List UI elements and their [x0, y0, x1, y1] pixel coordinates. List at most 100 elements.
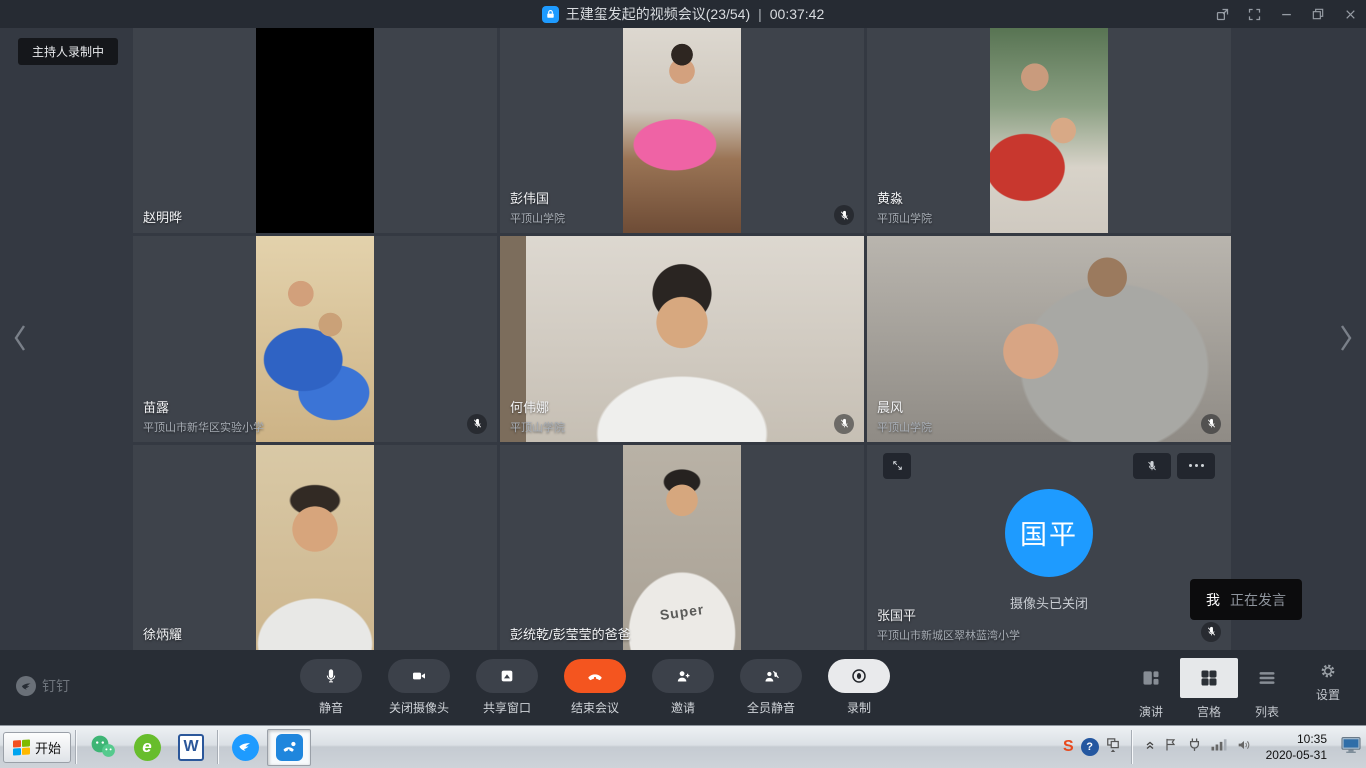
button-label: 邀请 — [671, 699, 695, 716]
video-feed — [256, 236, 374, 441]
meeting-app-icon[interactable] — [267, 729, 311, 766]
meeting-timer: 00:37:42 — [770, 6, 825, 22]
settings-label: 设置 — [1316, 686, 1340, 703]
sogou-icon[interactable]: S — [1063, 738, 1074, 756]
participant-school: 平顶山学院 — [510, 419, 565, 435]
start-button[interactable]: 开始 — [3, 732, 71, 763]
hidden-icons-chevron[interactable] — [1144, 738, 1156, 757]
close-icon[interactable] — [1342, 6, 1358, 22]
view-mode-list[interactable]: 列表 — [1238, 658, 1296, 720]
toolbar-buttons: 静音 关闭摄像头 共享窗口 结束会议 邀请 — [296, 659, 894, 716]
participant-school: 平顶山学院 — [510, 210, 565, 226]
title-separator: | — [758, 6, 762, 22]
tray-divider — [1131, 730, 1133, 764]
tile-zhangguoping[interactable]: 国平 摄像头已关闭 张国平 平顶山市新城区翠林蓝湾小学 — [867, 445, 1231, 650]
tile-huangmiao[interactable]: 黄淼 平顶山学院 — [867, 28, 1231, 233]
video-feed: Super — [623, 445, 741, 650]
wechat-icon[interactable] — [81, 729, 125, 766]
person-add-icon — [652, 659, 714, 693]
tile-zhaomingye[interactable]: 赵明晔 — [133, 28, 497, 233]
shirt-text: Super — [659, 601, 705, 623]
minimize-icon[interactable] — [1278, 6, 1294, 22]
participant-label: 黄淼 平顶山学院 — [877, 188, 932, 226]
meeting-title: 王建玺发起的视频会议(23/54) — [566, 4, 750, 24]
button-label: 静音 — [319, 699, 343, 716]
video-feed — [256, 28, 374, 233]
mute-all-button[interactable]: 全员静音 — [736, 659, 806, 716]
participant-name: 徐炳耀 — [143, 624, 182, 643]
window-controls — [1214, 0, 1358, 28]
participant-label: 张国平 平顶山市新城区翠林蓝湾小学 — [877, 605, 1020, 643]
speaker-name: 我 — [1206, 590, 1220, 610]
grid-view-icon — [1180, 658, 1238, 698]
windows-logo-icon — [13, 739, 30, 755]
power-plug-icon[interactable] — [1186, 736, 1203, 758]
tile-more-button[interactable] — [1177, 453, 1215, 479]
participant-name: 张国平 — [877, 605, 1020, 624]
tile-heweina[interactable]: 何伟娜 平顶山学院 — [500, 236, 864, 441]
muted-mic-icon — [467, 414, 487, 434]
participant-label: 彭统乾/彭莹莹的爸爸 — [510, 624, 631, 643]
tile-chenfeng[interactable]: 晨风 平顶山学院 — [867, 236, 1231, 441]
action-center-flag-icon[interactable] — [1163, 736, 1179, 758]
view-label: 宫格 — [1197, 703, 1221, 720]
participant-name: 彭统乾/彭莹莹的爸爸 — [510, 624, 631, 643]
tile-pengtongqian[interactable]: Super 彭统乾/彭莹莹的爸爸 — [500, 445, 864, 650]
share-window-icon — [476, 659, 538, 693]
popout-icon[interactable] — [1214, 6, 1230, 22]
360-browser-icon[interactable]: e — [125, 729, 169, 766]
help-icon[interactable]: ? — [1081, 738, 1099, 756]
display-monitor-icon[interactable] — [1340, 735, 1362, 759]
settings-button[interactable]: 设置 — [1301, 662, 1355, 703]
participant-label: 何伟娜 平顶山学院 — [510, 397, 565, 435]
end-meeting-button[interactable]: 结束会议 — [560, 659, 630, 716]
invite-button[interactable]: 邀请 — [648, 659, 718, 716]
participant-name: 彭伟国 — [510, 188, 565, 207]
participant-name: 苗露 — [143, 397, 264, 416]
share-window-button[interactable]: 共享窗口 — [472, 659, 542, 716]
button-label: 共享窗口 — [483, 699, 531, 716]
participant-label: 苗露 平顶山市新华区实验小学 — [143, 397, 264, 435]
button-label: 关闭摄像头 — [389, 699, 449, 716]
participant-label: 彭伟国 平顶山学院 — [510, 188, 565, 226]
speaker-view-icon — [1122, 658, 1180, 698]
participant-name: 晨风 — [877, 397, 932, 416]
muted-mic-icon — [834, 414, 854, 434]
restore-icon[interactable] — [1310, 6, 1326, 22]
camera-off-button[interactable]: 关闭摄像头 — [384, 659, 454, 716]
view-mode-group: 演讲 宫格 列表 — [1122, 658, 1296, 720]
mute-button[interactable]: 静音 — [296, 659, 366, 716]
video-feed — [256, 445, 374, 650]
mute-all-icon — [740, 659, 802, 693]
tile-pengweiguo[interactable]: 彭伟国 平顶山学院 — [500, 28, 864, 233]
participant-label: 赵明晔 — [143, 207, 182, 226]
muted-mic-icon — [1201, 414, 1221, 434]
participant-label: 徐炳耀 — [143, 624, 182, 643]
expand-tile-button[interactable] — [883, 453, 911, 479]
muted-mic-icon — [834, 205, 854, 225]
volume-icon[interactable] — [1235, 737, 1253, 758]
tile-miaolu[interactable]: 苗露 平顶山市新华区实验小学 — [133, 236, 497, 441]
record-button[interactable]: 录制 — [824, 659, 894, 716]
network-signal-icon[interactable] — [1210, 737, 1228, 757]
view-mode-speaker[interactable]: 演讲 — [1122, 658, 1180, 720]
input-method-icon[interactable] — [1106, 737, 1120, 758]
gear-icon — [1319, 662, 1337, 680]
tray-time: 10:35 — [1266, 731, 1327, 747]
tray-clock[interactable]: 10:35 2020-05-31 — [1266, 731, 1327, 763]
tile-mute-button[interactable] — [1133, 453, 1171, 479]
view-label: 演讲 — [1139, 703, 1163, 720]
view-mode-grid[interactable]: 宫格 — [1180, 658, 1238, 720]
conference-toolbar: 钉钉 静音 关闭摄像头 共享窗口 结束会议 — [0, 650, 1366, 725]
windows-taskbar: 开始 e W S ? — [0, 725, 1366, 768]
speaking-text: 正在发言 — [1230, 590, 1286, 610]
dingtalk-icon[interactable] — [223, 729, 267, 766]
brand-label: 钉钉 — [42, 676, 70, 696]
next-page-arrow[interactable] — [1334, 316, 1358, 360]
word-icon[interactable]: W — [169, 729, 213, 766]
prev-page-arrow[interactable] — [8, 316, 32, 360]
participant-school: 平顶山学院 — [877, 210, 932, 226]
fullscreen-icon[interactable] — [1246, 6, 1262, 22]
participant-name: 赵明晔 — [143, 207, 182, 226]
tile-xubingyao[interactable]: 徐炳耀 — [133, 445, 497, 650]
